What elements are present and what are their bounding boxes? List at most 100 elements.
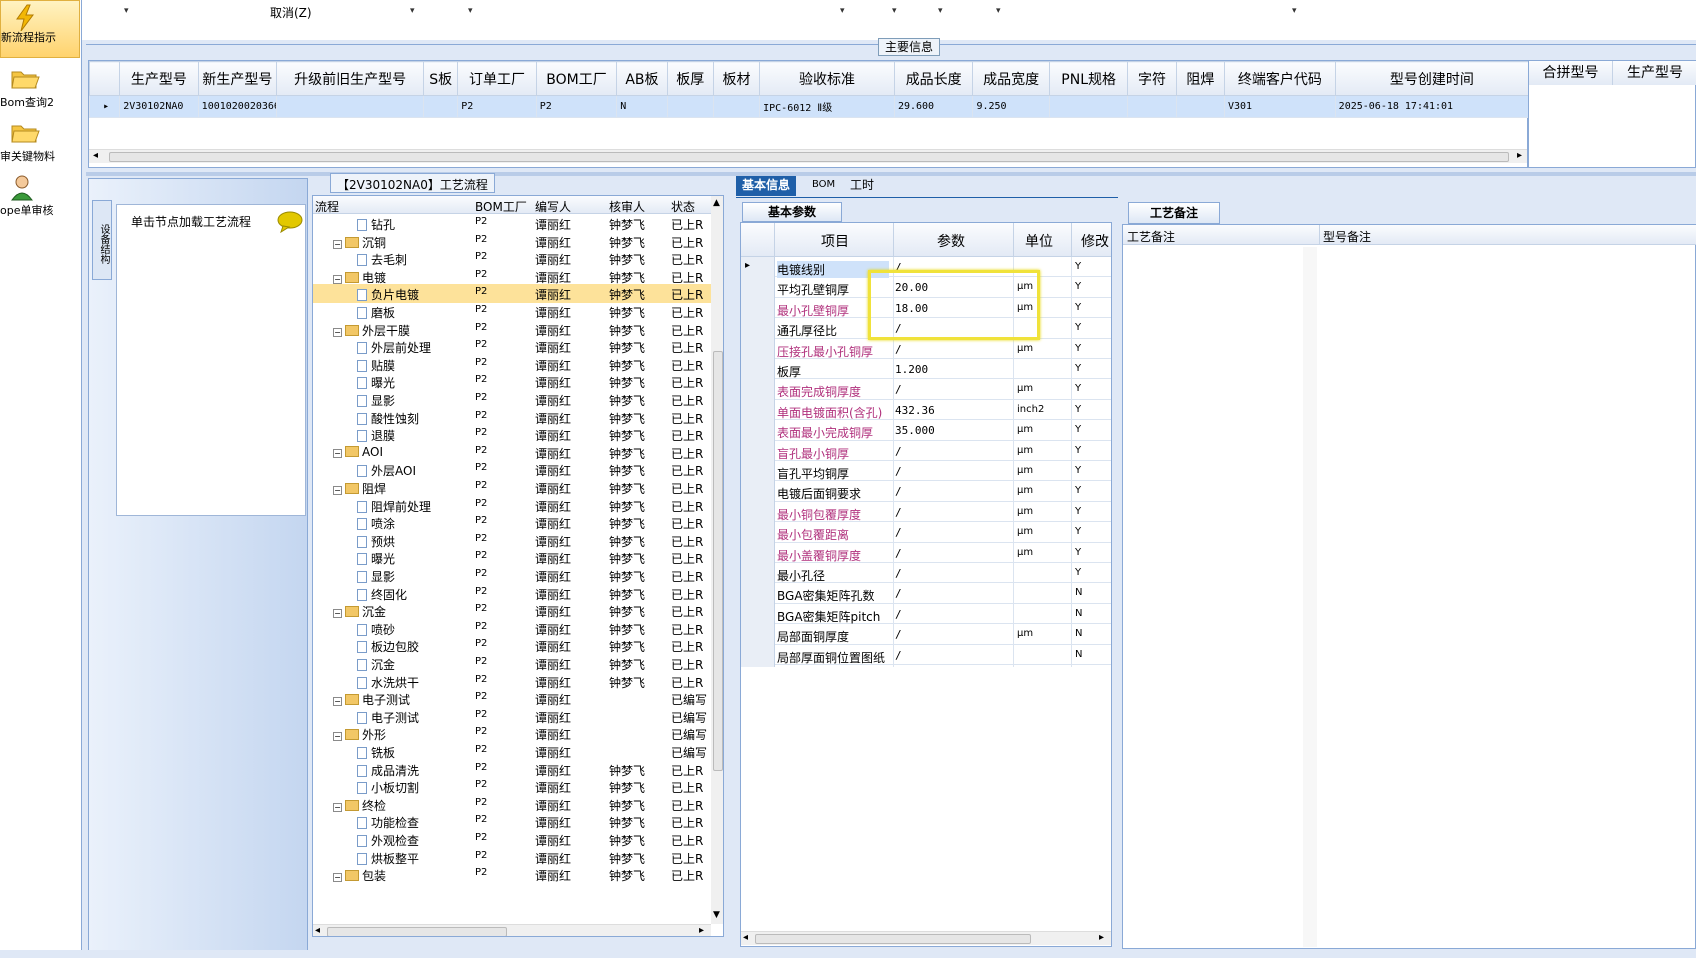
collapse-icon[interactable]: − [333, 697, 342, 707]
chevron-down-icon[interactable]: ▾ [1292, 6, 1297, 16]
process-row[interactable]: − 电子测试 P2 谭丽红 已编写 [313, 689, 713, 708]
row-indicator[interactable] [741, 399, 775, 422]
process-node[interactable]: 显影 [357, 568, 395, 585]
collapse-icon[interactable]: − [333, 239, 342, 249]
process-row[interactable]: 功能检查 P2 谭丽红 钟梦飞 已上R [313, 812, 713, 831]
scroll-right-icon[interactable]: ▸ [1099, 932, 1104, 943]
chevron-down-icon[interactable]: ▾ [840, 6, 845, 16]
row-indicator[interactable] [741, 603, 775, 626]
scroll-left-icon[interactable]: ◂ [93, 150, 98, 161]
chevron-down-icon[interactable]: ▾ [468, 6, 473, 16]
param-value[interactable]: / [895, 649, 902, 662]
process-node[interactable]: 喷砂 [357, 621, 395, 638]
process-row[interactable]: − AOI P2 谭丽红 钟梦飞 已上R [313, 443, 713, 462]
param-value[interactable]: / [895, 485, 902, 498]
param-row[interactable]: BGA密集矩阵pitch / N [741, 603, 1111, 626]
main-cell[interactable]: IPC-6012 Ⅱ级 [759, 95, 895, 118]
process-node[interactable]: 酸性蚀刻 [357, 410, 419, 427]
main-cell[interactable]: 2025-06-18 17:41:01 [1334, 95, 1530, 118]
main-col-header[interactable]: 成品宽度 [972, 61, 1050, 96]
process-row[interactable]: 阻焊前处理 P2 谭丽红 钟梦飞 已上R [313, 496, 713, 515]
collapse-icon[interactable]: − [333, 802, 342, 812]
row-indicator[interactable] [741, 563, 775, 585]
param-value[interactable]: / [895, 383, 902, 396]
row-indicator[interactable] [741, 522, 775, 545]
param-row[interactable]: 表面最小完成铜厚 35.000 μm Y [741, 420, 1111, 443]
process-row[interactable]: 预烘 P2 谭丽红 钟梦飞 已上R [313, 531, 713, 550]
param-row[interactable]: 板厚 1.200 Y [741, 359, 1111, 381]
main-col-header[interactable]: 型号创建时间 [1334, 61, 1530, 96]
process-node[interactable]: 钻孔 [357, 216, 395, 233]
scroll-down-icon[interactable]: ▼ [713, 910, 720, 920]
process-notes-input[interactable] [1125, 247, 1315, 947]
main-cell[interactable] [712, 95, 761, 118]
process-row[interactable]: 曝光 P2 谭丽红 钟梦飞 已上R [313, 548, 713, 567]
chevron-down-icon[interactable]: ▾ [410, 6, 415, 16]
process-node[interactable]: − 外层干膜 [333, 322, 410, 339]
process-node[interactable]: − 沉铜 [333, 234, 386, 251]
process-node[interactable]: − 沉金 [333, 603, 386, 620]
process-row[interactable]: 退膜 P2 谭丽红 钟梦飞 已上R [313, 425, 713, 444]
horizontal-scrollbar[interactable]: ◂ ▸ [89, 149, 1527, 163]
main-cell[interactable] [423, 95, 459, 118]
process-row[interactable]: − 阻焊 P2 谭丽红 钟梦飞 已上R [313, 478, 713, 497]
process-node[interactable]: 曝光 [357, 550, 395, 567]
main-cell[interactable]: 29.600 [893, 95, 974, 118]
process-node[interactable]: 水洗烘干 [357, 674, 419, 691]
main-cell[interactable]: V301 [1223, 95, 1336, 118]
process-row[interactable]: − 沉铜 P2 谭丽红 钟梦飞 已上R [313, 232, 713, 251]
main-col-header[interactable]: S板 [423, 61, 459, 96]
horizontal-scrollbar[interactable]: ◂ ▸ [313, 924, 711, 936]
collapse-icon[interactable]: − [333, 327, 342, 337]
main-cell[interactable] [1127, 95, 1177, 118]
process-node[interactable]: 贴膜 [357, 357, 395, 374]
process-row[interactable]: 外观检查 P2 谭丽红 钟梦飞 已上R [313, 830, 713, 849]
main-col-header[interactable]: 阻焊 [1175, 61, 1225, 96]
process-node[interactable]: − 外形 [333, 726, 386, 743]
main-cell[interactable] [666, 95, 714, 118]
process-node[interactable]: 阻焊前处理 [357, 498, 431, 515]
main-cell[interactable]: 2V30102NA0 [119, 95, 199, 118]
process-row[interactable]: 喷砂 P2 谭丽红 钟梦飞 已上R [313, 619, 713, 638]
process-node[interactable]: 去毛刺 [357, 251, 407, 268]
process-row[interactable]: − 包装 P2 谭丽红 钟梦飞 已上R [313, 865, 713, 884]
row-indicator[interactable] [741, 297, 775, 320]
process-row[interactable]: − 沉金 P2 谭丽红 钟梦飞 已上R [313, 601, 713, 620]
param-value[interactable]: 432.36 [895, 404, 935, 417]
row-indicator[interactable] [741, 338, 775, 361]
process-row[interactable]: 水洗烘干 P2 谭丽红 钟梦飞 已上R [313, 672, 713, 691]
vertical-scrollbar[interactable] [1303, 247, 1317, 947]
process-row[interactable]: 烘板整平 P2 谭丽红 钟梦飞 已上R [313, 848, 713, 867]
process-row[interactable]: 显影 P2 谭丽红 钟梦飞 已上R [313, 566, 713, 585]
param-value[interactable]: / [895, 547, 902, 560]
main-col-header[interactable]: 终端客户代码 [1223, 61, 1336, 96]
row-indicator[interactable]: ▸ [88, 95, 121, 118]
tab-basic-info[interactable]: 基本信息 [736, 176, 797, 196]
main-col-header[interactable]: 板厚 [666, 61, 714, 96]
process-node[interactable]: 沉金 [357, 656, 395, 673]
param-row[interactable]: 盲孔平均铜厚 / μm Y [741, 461, 1111, 483]
process-node[interactable]: 喷涂 [357, 515, 395, 532]
process-node[interactable]: 预烘 [357, 533, 395, 550]
process-node[interactable]: 磨板 [357, 304, 395, 321]
main-col-header[interactable]: 验收标准 [759, 61, 895, 96]
process-node[interactable]: 功能检查 [357, 814, 419, 831]
main-col-header[interactable]: 生产型号 [119, 61, 199, 96]
process-node[interactable]: 负片电镀 [357, 286, 419, 303]
scroll-right-icon[interactable]: ▸ [1517, 150, 1522, 161]
process-node[interactable]: 电子测试 [357, 709, 419, 726]
nav-item-key-material[interactable]: 审关键物料 [0, 120, 80, 170]
process-row[interactable]: 酸性蚀刻 P2 谭丽红 钟梦飞 已上R [313, 408, 713, 427]
collapse-icon[interactable]: − [333, 448, 342, 458]
main-cell[interactable] [1175, 95, 1225, 118]
row-indicator[interactable] [741, 501, 775, 524]
param-value[interactable]: / [895, 567, 902, 580]
row-indicator[interactable] [741, 359, 775, 381]
param-row[interactable]: 单面电镀面积(含孔) 432.36 inch2 Y [741, 399, 1111, 422]
nav-item-ope-review[interactable]: ope单审核 [0, 174, 80, 224]
process-row[interactable]: 显影 P2 谭丽红 钟梦飞 已上R [313, 390, 713, 409]
param-row[interactable]: BGA密集矩阵孔数 / N [741, 583, 1111, 606]
process-row[interactable]: 外层前处理 P2 谭丽红 钟梦飞 已上R [313, 337, 713, 356]
scroll-up-icon[interactable]: ▲ [713, 198, 720, 208]
param-row[interactable]: 最小包覆距离 / μm Y [741, 522, 1111, 545]
